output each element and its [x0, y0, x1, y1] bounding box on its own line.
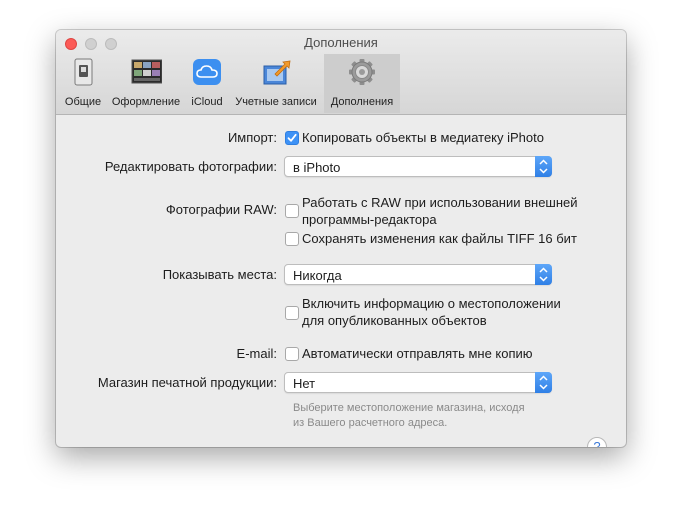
raw-external-line1: Работать с RAW при использовании внешней — [302, 195, 578, 210]
edit-photos-label: Редактировать фотографии: — [104, 159, 277, 174]
location-info-checkbox[interactable] — [285, 306, 299, 320]
tab-icloud[interactable]: iCloud — [186, 54, 228, 113]
tab-advanced[interactable]: Дополнения — [324, 54, 400, 113]
titlebar: Дополнения Общие Оформление iCloud Учетн… — [56, 30, 626, 115]
tab-label: Дополнения — [330, 96, 394, 108]
advanced-pane: Импорт: Копировать объекты в медиатеку i… — [56, 115, 626, 447]
places-label: Показывать места: — [162, 267, 277, 282]
preferences-window: Дополнения Общие Оформление iCloud Учетн… — [56, 30, 626, 447]
import-copy-label[interactable]: Копировать объекты в медиатеку iPhoto — [302, 130, 544, 145]
help-button[interactable]: ? — [587, 437, 607, 447]
tab-appearance[interactable]: Оформление — [108, 54, 184, 113]
raw-external-checkbox[interactable] — [285, 204, 299, 218]
print-store-label: Магазин печатной продукции: — [97, 375, 277, 390]
print-store-hint-line1: Выберите местоположение магазина, исходя — [293, 402, 525, 414]
email-label: E-mail: — [236, 346, 277, 361]
import-copy-checkbox[interactable] — [285, 131, 299, 145]
location-info-label[interactable]: Включить информацию о местоположении для… — [302, 295, 561, 329]
accounts-icon — [263, 60, 291, 85]
places-value: Никогда — [293, 268, 342, 283]
select-arrows-icon — [535, 156, 552, 177]
raw-external-line2: программы-редактора — [302, 212, 437, 227]
edit-photos-value: в iPhoto — [293, 160, 341, 175]
edit-photos-select[interactable]: в iPhoto — [284, 156, 552, 177]
print-store-hint-line2: из Вашего расчетного адреса. — [293, 417, 448, 429]
print-store-value: Нет — [293, 376, 316, 391]
checkmark-icon — [287, 133, 297, 142]
print-store-select[interactable]: Нет — [284, 372, 552, 393]
location-info-line2: для опубликованных объектов — [302, 313, 487, 328]
select-arrows-icon — [535, 372, 552, 393]
tab-accounts[interactable]: Учетные записи — [230, 54, 322, 113]
location-info-line1: Включить информацию о местоположении — [302, 296, 561, 311]
tab-label: iCloud — [191, 96, 223, 108]
appearance-icon — [131, 59, 162, 84]
raw-tiff-label[interactable]: Сохранять изменения как файлы TIFF 16 би… — [302, 231, 577, 246]
email-copy-label[interactable]: Автоматически отправлять мне копию — [302, 346, 533, 361]
print-store-hint: Выберите местоположение магазина, исходя… — [293, 401, 525, 431]
import-label: Импорт: — [227, 130, 277, 145]
raw-label: Фотографии RAW: — [165, 202, 277, 217]
window-title: Дополнения — [304, 35, 378, 50]
raw-tiff-checkbox[interactable] — [285, 232, 299, 246]
switch-icon — [74, 58, 93, 86]
raw-external-label[interactable]: Работать с RAW при использовании внешней… — [302, 194, 578, 228]
select-arrows-icon — [535, 264, 552, 285]
email-copy-checkbox[interactable] — [285, 347, 299, 361]
tab-label: Учетные записи — [235, 96, 317, 108]
tab-label: Оформление — [111, 96, 181, 108]
icloud-icon — [193, 59, 221, 85]
gear-icon — [349, 59, 375, 85]
tab-general[interactable]: Общие — [60, 54, 106, 113]
tab-label: Общие — [64, 96, 102, 108]
places-select[interactable]: Никогда — [284, 264, 552, 285]
